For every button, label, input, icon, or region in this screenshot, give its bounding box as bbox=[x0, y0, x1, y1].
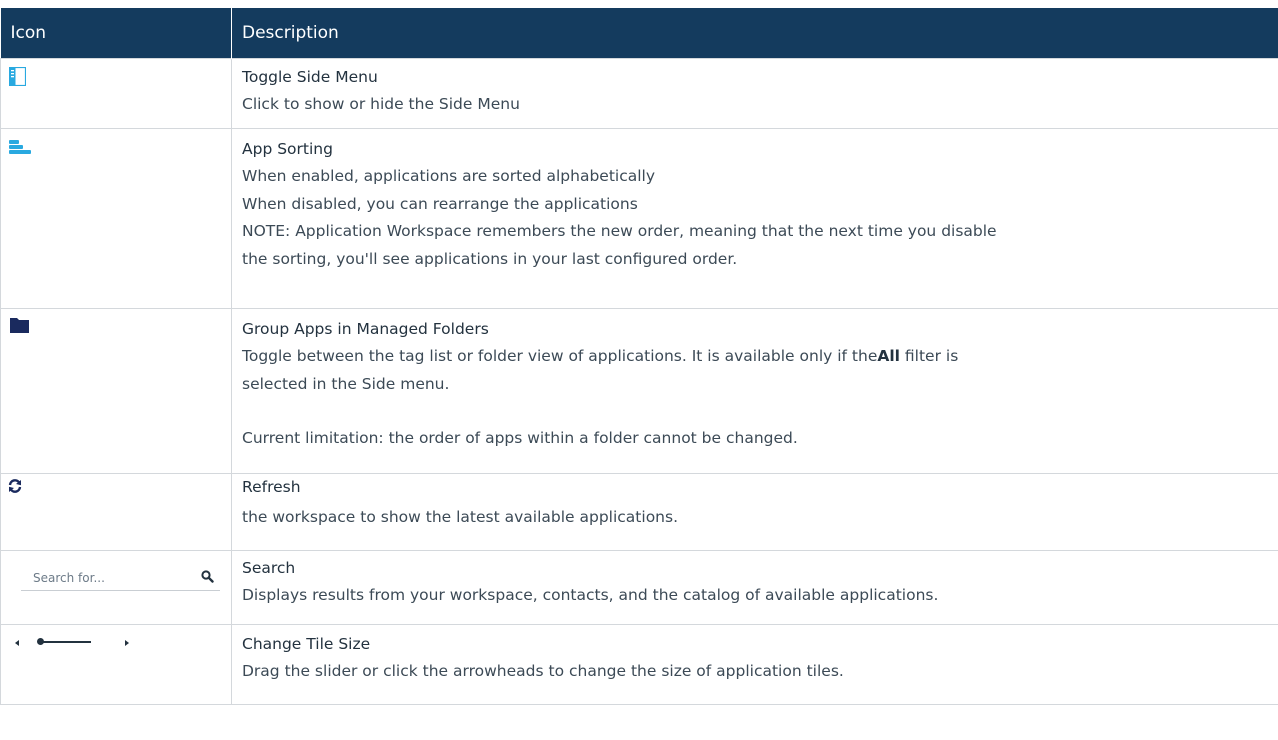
icon-column-header: Icon bbox=[0, 8, 232, 58]
table-row: Change Tile Size Drag the slider or clic… bbox=[0, 623, 1278, 705]
table-row: Search for... Search Displays results fr… bbox=[0, 549, 1278, 625]
icon-cell bbox=[0, 623, 232, 705]
row-title: Search bbox=[242, 558, 296, 577]
description-cell: App Sorting When enabled, applications a… bbox=[231, 127, 1278, 309]
row-text: Drag the slider or click the arrowheads … bbox=[242, 662, 844, 680]
row-text: the workspace to show the latest availab… bbox=[242, 508, 678, 526]
row-text: When enabled, applications are sorted al… bbox=[242, 167, 656, 185]
description-cell: Group Apps in Managed Folders Toggle bet… bbox=[231, 307, 1278, 473]
table-row: Toggle Side Menu Click to show or hide t… bbox=[0, 57, 1278, 129]
description-cell: Change Tile Size Drag the slider or clic… bbox=[231, 623, 1278, 705]
side-menu-icon bbox=[9, 66, 26, 86]
icon-cell bbox=[0, 307, 232, 473]
row-text: selected in the Side menu. bbox=[242, 374, 450, 393]
row-title: Group Apps in Managed Folders bbox=[242, 319, 489, 338]
row-title: Refresh bbox=[242, 477, 301, 496]
icon-cell bbox=[0, 472, 232, 551]
row-text: Displays results from your workspace, co… bbox=[242, 586, 939, 604]
arrow-right-icon[interactable] bbox=[125, 639, 129, 646]
row-text: NOTE: Application Workspace remembers th… bbox=[242, 222, 997, 240]
row-text: the sorting, you'll see applications in … bbox=[242, 249, 738, 268]
arrow-left-icon[interactable] bbox=[15, 639, 19, 646]
refresh-icon bbox=[8, 478, 22, 493]
row-text: When disabled, you can rearrange the app… bbox=[242, 194, 638, 213]
row-title: App Sorting bbox=[242, 139, 333, 158]
description-cell: Toggle Side Menu Click to show or hide t… bbox=[231, 57, 1278, 129]
icon-cell: Search for... bbox=[0, 549, 232, 625]
slider-handle[interactable] bbox=[37, 637, 44, 645]
row-text: Current limitation: the order of apps wi… bbox=[242, 429, 798, 447]
row-text: Toggle between the tag list or folder vi… bbox=[242, 347, 959, 365]
sort-icon bbox=[9, 139, 31, 155]
description-cell: Search Displays results from your worksp… bbox=[231, 549, 1278, 625]
search-input[interactable]: Search for... bbox=[21, 568, 220, 591]
folder-icon bbox=[10, 317, 29, 333]
all-filter-label: All bbox=[877, 347, 900, 365]
row-text: Click to show or hide the Side Menu bbox=[242, 95, 520, 113]
description-cell: Refresh the workspace to show the latest… bbox=[231, 472, 1278, 551]
description-column-header: Description bbox=[231, 8, 1278, 58]
icon-cell bbox=[0, 57, 232, 129]
search-placeholder: Search for... bbox=[33, 570, 105, 585]
row-title: Toggle Side Menu bbox=[242, 67, 378, 86]
search-icon[interactable] bbox=[201, 569, 214, 583]
table-row: Refresh the workspace to show the latest… bbox=[0, 472, 1278, 551]
icon-cell bbox=[0, 127, 232, 309]
icon-reference-table: Icon Description Toggle Side Menu Click … bbox=[0, 8, 1278, 705]
table-row: App Sorting When enabled, applications a… bbox=[0, 127, 1278, 309]
slider-track[interactable] bbox=[39, 640, 91, 643]
table-row: Group Apps in Managed Folders Toggle bet… bbox=[0, 307, 1278, 473]
row-title: Change Tile Size bbox=[242, 634, 371, 653]
table-header-row: Icon Description bbox=[0, 8, 1278, 58]
